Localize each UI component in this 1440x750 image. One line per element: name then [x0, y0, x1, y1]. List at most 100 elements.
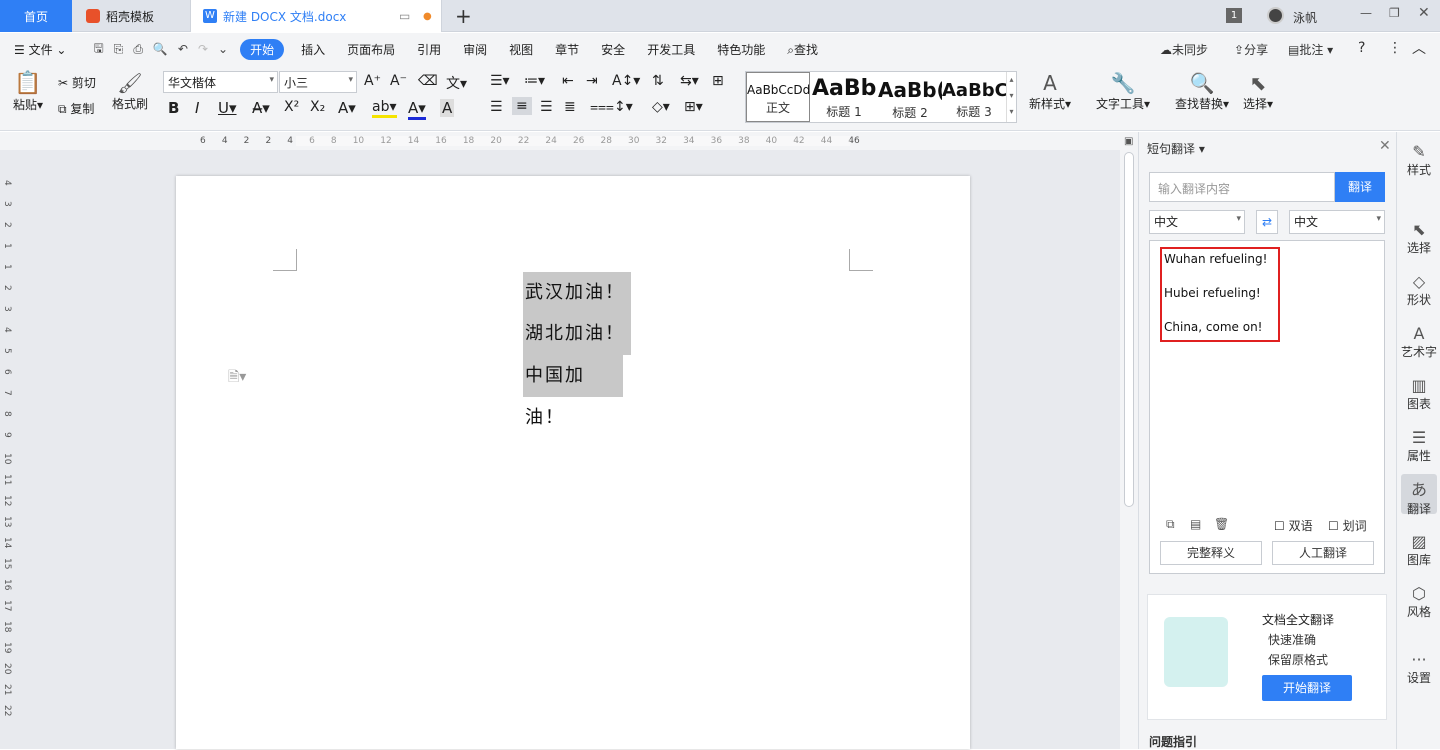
copy-result-icon[interactable]: ⧉ [1166, 517, 1175, 532]
search-menu[interactable]: ⌕查找 [776, 41, 829, 58]
new-style-button[interactable]: A 新样式▾ [1026, 71, 1074, 112]
sidebar-theme[interactable]: ⬡ 风格 [1397, 584, 1440, 620]
tabs-icon[interactable]: ⇆▾ [680, 73, 699, 89]
strikethrough-button[interactable]: A̶▾ [252, 99, 270, 117]
font-size-select[interactable]: 小三 [279, 71, 357, 93]
style-heading1[interactable]: AaBb 标题 1 [812, 72, 876, 122]
export-icon[interactable]: ⎘ [114, 42, 124, 57]
sidebar-translate[interactable]: あ翻译 [1401, 474, 1437, 516]
style-heading3[interactable]: AaBbC( 标题 3 [942, 72, 1006, 122]
tab-references[interactable]: 引用 [406, 41, 452, 58]
doc-line-3[interactable]: 中国加油！ [523, 355, 623, 428]
sidebar-select[interactable]: ⬉ 选择 [1397, 220, 1440, 256]
bilingual-checkbox[interactable]: ☐ 双语 [1274, 517, 1313, 534]
window-count-badge[interactable]: 1 [1226, 8, 1242, 23]
more-icon[interactable]: ⋮ [1388, 40, 1402, 56]
result-line-2[interactable]: Hubei refueling! [1164, 286, 1261, 300]
numbering-icon[interactable]: ≔▾ [524, 73, 545, 89]
tab-start[interactable]: 开始 [240, 38, 285, 60]
tab-layout[interactable]: 页面布局 [336, 41, 406, 58]
sidebar-shape[interactable]: ◇ 形状 [1397, 272, 1440, 308]
help-icon[interactable]: ? [1358, 40, 1365, 56]
align-right-icon[interactable]: ☰ [540, 99, 553, 115]
style-gallery-scroll[interactable]: ▴ ▾ ▾ [1006, 72, 1016, 122]
style-heading2[interactable]: AaBb( 标题 2 [878, 72, 942, 122]
user-name[interactable]: 泳帆 [1293, 9, 1317, 26]
scroll-top-icon[interactable]: ▣ [1124, 136, 1133, 147]
shading-icon[interactable]: ◇▾ [652, 99, 670, 115]
horizontal-ruler[interactable]: 6 4 2 2 4 6 8 10 12 14 16 18 20 22 24 26 28 30 32 34 36 38 40 4… [0, 132, 1120, 150]
human-translate-button[interactable]: 人工翻译 [1272, 541, 1374, 565]
subscript-button[interactable]: X₂ [310, 99, 325, 115]
share-button[interactable]: ⇪分享 [1234, 41, 1268, 58]
show-marks-icon[interactable]: ⊞ [712, 73, 724, 89]
sidebar-properties[interactable]: ☰ 属性 [1397, 428, 1440, 464]
select-button[interactable]: ⬉ 选择▾ [1240, 71, 1276, 112]
scrollbar-thumb[interactable] [1124, 152, 1134, 507]
avatar[interactable] [1267, 7, 1284, 24]
justify-icon[interactable]: ≣ [564, 99, 576, 115]
print-icon[interactable]: ⎙ [133, 42, 143, 57]
full-definition-button[interactable]: 完整释义 [1160, 541, 1262, 565]
sync-button[interactable]: ☁未同步 [1160, 41, 1208, 58]
tab-document[interactable]: W 新建 DOCX 文档.docx ▭ ● [190, 0, 442, 32]
line-spacing-icon[interactable]: ↕▾ [614, 99, 633, 115]
sidebar-gallery[interactable]: ▨ 图库 [1397, 532, 1440, 568]
phonetic-icon[interactable]: 文▾ [446, 73, 467, 93]
redo-icon[interactable]: ↷ [198, 42, 208, 56]
underline-button[interactable]: U▾ [218, 99, 237, 117]
start-translate-button[interactable]: 开始翻译 [1262, 675, 1352, 701]
vertical-ruler[interactable]: 4 3 2 1 1 2 3 4 5 6 7 8 9 10 11 12 13 14 15 16 17 18 19 20 21 22 [0, 150, 16, 749]
font-family-select[interactable]: 华文楷体 [163, 71, 278, 93]
tab-template[interactable]: 稻壳模板 [74, 0, 188, 32]
indent-icon[interactable]: ⇥ [586, 73, 598, 89]
tab-features[interactable]: 特色功能 [706, 41, 776, 58]
text-tools-button[interactable]: 🔧 文字工具▾ [1094, 71, 1152, 112]
grow-font-icon[interactable]: A⁺ [364, 73, 381, 89]
collapse-ribbon-icon[interactable]: ︿ [1412, 38, 1426, 58]
align-center-icon[interactable]: ≡ [512, 97, 532, 115]
swap-languages-icon[interactable]: ⇄ [1256, 210, 1278, 234]
preview-icon[interactable]: 🔍 [153, 42, 168, 56]
shrink-font-icon[interactable]: A⁻ [390, 73, 407, 89]
document-page[interactable]: 🗎▾ [176, 176, 970, 749]
new-tab-button[interactable]: + [455, 4, 472, 28]
vertical-scrollbar[interactable]: ▣ [1120, 132, 1138, 749]
result-line-3[interactable]: China, come on! [1164, 320, 1263, 334]
panel-title[interactable]: 短句翻译 ▾ [1147, 140, 1205, 157]
bold-button[interactable]: B [168, 99, 179, 117]
tab-view[interactable]: 视图 [498, 41, 544, 58]
format-painter-button[interactable]: 🖌 格式刷 [110, 71, 150, 112]
cut-button[interactable]: ✂ 剪切 [58, 74, 96, 91]
target-language-select[interactable]: 中文 [1289, 210, 1385, 234]
close-panel-icon[interactable]: ✕ [1379, 138, 1391, 154]
tab-security[interactable]: 安全 [590, 41, 636, 58]
file-menu[interactable]: ☰ 文件 ⌄ [0, 41, 77, 58]
result-line-1[interactable]: Wuhan refueling! [1164, 252, 1267, 266]
char-shading-button[interactable]: A [440, 99, 455, 117]
superscript-button[interactable]: X² [284, 99, 299, 115]
save-icon[interactable]: 🖫 [93, 39, 103, 60]
translate-input[interactable]: 输入翻译内容 [1149, 172, 1335, 202]
sort-icon[interactable]: ⇅ [652, 73, 664, 89]
tab-chapter[interactable]: 章节 [544, 41, 590, 58]
sidebar-chart[interactable]: ▥ 图表 [1397, 376, 1440, 412]
sidebar-style[interactable]: ✎ 样式 [1397, 142, 1440, 178]
paragraph-options-icon[interactable]: 🗎▾ [228, 366, 246, 390]
insert-result-icon[interactable]: ▤ [1190, 517, 1201, 531]
word-pick-checkbox[interactable]: ☐ 划词 [1328, 517, 1367, 534]
comment-button[interactable]: ▤批注 ▾ [1288, 41, 1333, 58]
italic-button[interactable]: I [195, 99, 199, 117]
tab-insert[interactable]: 插入 [290, 41, 336, 58]
clear-format-icon[interactable]: ⌫ [418, 73, 438, 89]
doc-line-2[interactable]: 湖北加油！ [523, 313, 631, 355]
distribute-icon[interactable]: ⩶ [590, 99, 614, 115]
delete-result-icon[interactable]: 🗑 [1214, 517, 1229, 531]
source-language-select[interactable]: 中文 [1149, 210, 1245, 234]
style-normal[interactable]: AaBbCcDd 正文 [746, 72, 810, 122]
tab-developer[interactable]: 开发工具 [636, 41, 706, 58]
translate-button[interactable]: 翻译 [1335, 172, 1385, 202]
border-icon[interactable]: ⊞▾ [684, 99, 703, 115]
doc-line-1[interactable]: 武汉加油！ [523, 272, 631, 314]
font-color-button[interactable]: A▾ [408, 99, 426, 120]
